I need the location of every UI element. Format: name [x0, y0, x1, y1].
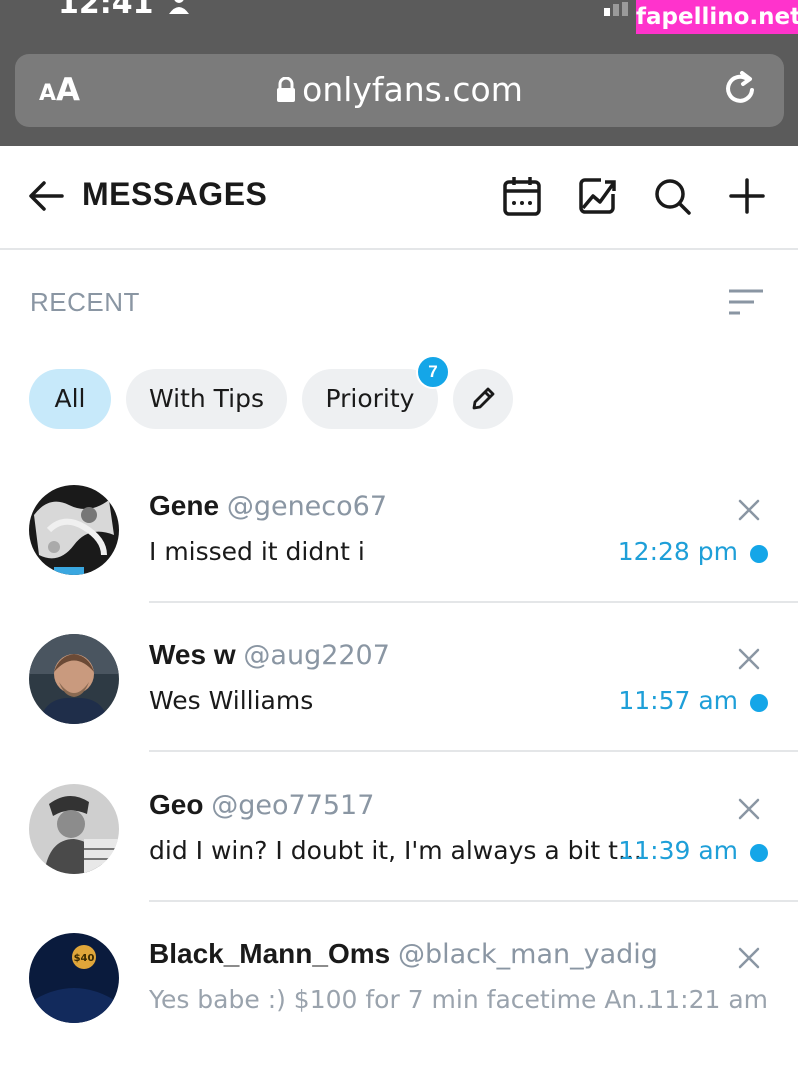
- conversation-row[interactable]: Geo @geo77517 did I win? I doubt it, I'm…: [0, 784, 798, 934]
- contact-handle: @geo77517: [211, 790, 375, 821]
- media-vault-icon[interactable]: [579, 176, 617, 221]
- message-preview: Wes Williams: [149, 686, 314, 715]
- row-divider: [149, 601, 798, 603]
- unread-dot: [750, 694, 768, 712]
- back-arrow-icon[interactable]: [28, 180, 64, 217]
- row-divider: [149, 750, 798, 752]
- signal-icon: [604, 2, 634, 21]
- unread-dot: [750, 844, 768, 862]
- filter-chip-all[interactable]: All: [29, 369, 111, 429]
- contact-handle: @geneco67: [226, 491, 388, 522]
- close-icon[interactable]: [738, 798, 760, 825]
- row-divider: [149, 900, 798, 902]
- watermark: fapellino.net: [636, 0, 798, 34]
- priority-count-badge: 7: [416, 355, 450, 389]
- message-time: 11:57 am: [618, 686, 738, 715]
- contact-handle: @aug2207: [243, 640, 390, 671]
- new-message-plus-icon[interactable]: [729, 176, 765, 221]
- status-bar-time: 12:41: [58, 0, 190, 22]
- avatar-price-text: $40: [74, 953, 95, 964]
- section-title: RECENT: [30, 287, 140, 317]
- conversation-row[interactable]: Gene @geneco67 I missed it didnt i 12:28…: [0, 485, 798, 635]
- sort-icon[interactable]: [728, 288, 764, 323]
- search-icon[interactable]: [654, 176, 692, 221]
- name-line: Black_Mann_Oms @black_man_yadig: [149, 938, 658, 970]
- reload-icon[interactable]: [722, 70, 758, 113]
- contact-handle: @black_man_yadig: [398, 939, 658, 970]
- contact-name: Black_Mann_Oms: [149, 938, 391, 969]
- name-line: Geo @geo77517: [149, 789, 374, 821]
- avatar[interactable]: $40: [29, 933, 119, 1023]
- page-title: MESSAGES: [82, 176, 268, 212]
- messages-header: MESSAGES: [0, 146, 798, 250]
- close-icon[interactable]: [738, 648, 760, 675]
- name-line: Gene @geneco67: [149, 490, 387, 522]
- person-icon: [168, 0, 190, 22]
- close-icon[interactable]: [738, 947, 760, 974]
- conversation-row[interactable]: $40 Black_Mann_Oms @black_man_yadig Yes …: [0, 933, 798, 1083]
- address-bar[interactable]: AA onlyfans.com: [15, 54, 784, 127]
- avatar[interactable]: [29, 485, 119, 575]
- message-time: 11:39 am: [618, 836, 738, 865]
- calendar-icon[interactable]: [503, 176, 541, 221]
- conversation-row[interactable]: Wes w @aug2207 Wes Williams 11:57 am: [0, 634, 798, 784]
- avatar[interactable]: [29, 634, 119, 724]
- message-preview: did I win? I doubt it, I'm always a bit …: [149, 836, 642, 865]
- filter-chip-with-tips[interactable]: With Tips: [126, 369, 287, 429]
- browser-chrome: 12:41 fapellino.net AA onlyfans.com: [0, 0, 798, 146]
- lock-icon: [276, 70, 302, 109]
- name-line: Wes w @aug2207: [149, 639, 390, 671]
- contact-name: Geo: [149, 789, 204, 820]
- message-time: 12:28 pm: [617, 537, 738, 566]
- clock-text: 12:41: [58, 0, 154, 21]
- unread-dot: [750, 545, 768, 563]
- avatar[interactable]: [29, 784, 119, 874]
- contact-name: Wes w: [149, 639, 236, 670]
- edit-filters-button[interactable]: [453, 369, 513, 429]
- url-text: onlyfans.com: [302, 70, 523, 109]
- close-icon[interactable]: [738, 499, 760, 526]
- message-preview: I missed it didnt i: [149, 537, 365, 566]
- contact-name: Gene: [149, 490, 220, 521]
- url-display[interactable]: onlyfans.com: [15, 70, 784, 109]
